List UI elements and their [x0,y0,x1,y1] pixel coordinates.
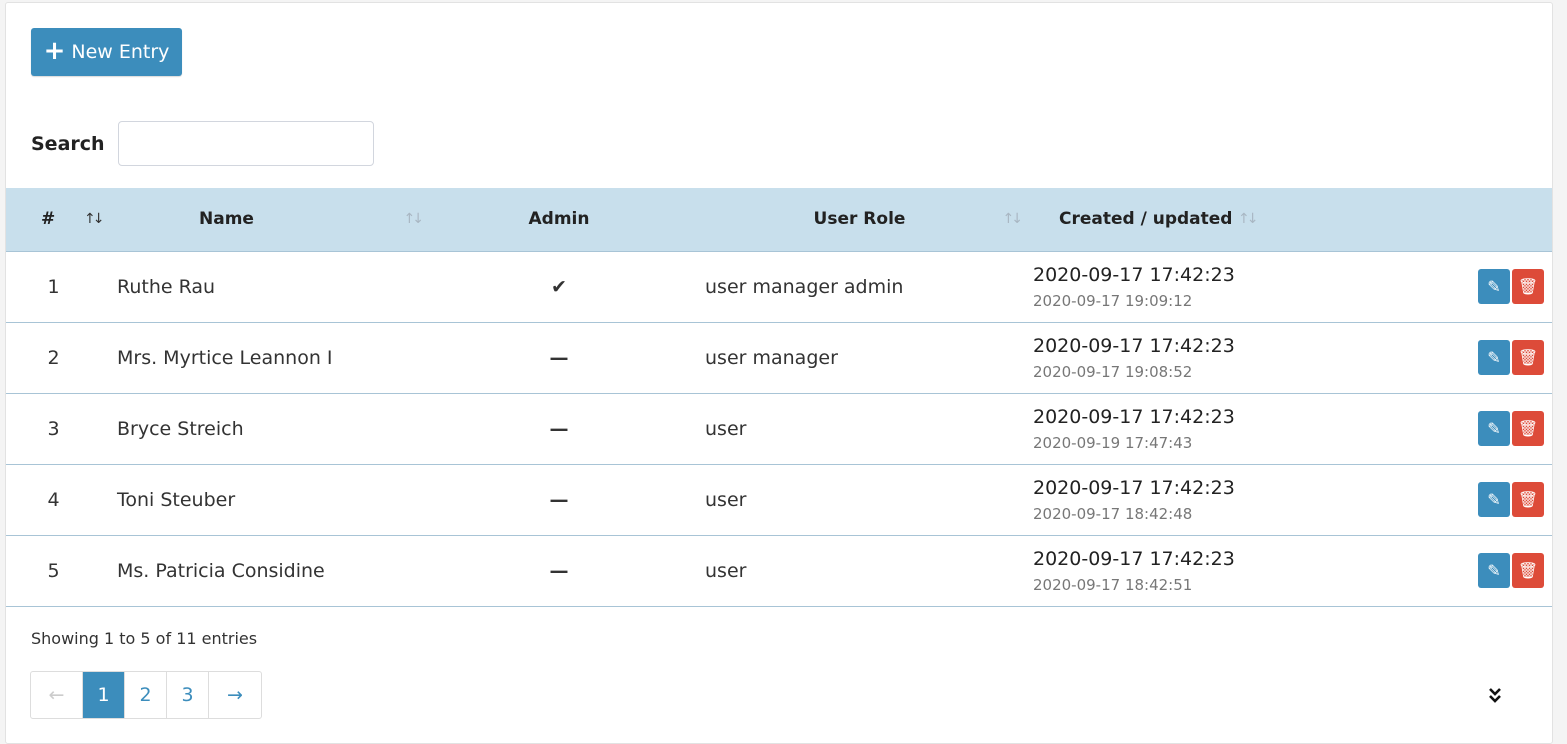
col-header-name[interactable]: Name ↑↓ [101,188,431,252]
col-header-role-label: User Role [813,209,906,230]
row-created: 2020-09-17 17:42:23 [1033,547,1235,570]
dash-icon: — [549,346,569,369]
row-actions: ✎ 🗑 [1332,393,1552,464]
col-header-created-label: Created / updated [1059,209,1233,230]
row-updated: 2020-09-17 19:09:12 [1033,291,1193,310]
sort-icon[interactable]: ↑↓ [404,211,425,227]
row-dates: 2020-09-17 17:42:23 2020-09-17 19:08:52 [1032,322,1332,393]
pagination: ← 1 2 3 → [30,671,262,719]
row-actions: ✎ 🗑 [1332,251,1552,322]
edit-button[interactable]: ✎ [1478,553,1510,588]
edit-button[interactable]: ✎ [1478,411,1510,446]
edit-button[interactable]: ✎ [1478,482,1510,517]
pencil-icon: ✎ [1487,277,1501,296]
row-num: 3 [47,417,60,440]
next-page-button[interactable]: → [209,672,261,718]
new-entry-label: New Entry [71,41,170,63]
row-updated: 2020-09-17 19:08:52 [1033,362,1193,381]
search-input[interactable] [118,121,374,166]
row-role: user [705,417,747,440]
edit-button[interactable]: ✎ [1478,269,1510,304]
row-updated: 2020-09-19 17:47:43 [1033,433,1193,452]
dash-icon: — [549,417,569,440]
row-created: 2020-09-17 17:42:23 [1033,476,1235,499]
delete-button[interactable]: 🗑 [1512,340,1544,375]
entries-table: # ↑↓ Name ↑↓ Admin User Role ↑↓ Created … [6,188,1552,607]
trash-icon: 🗑 [1517,561,1539,580]
content-panel: + New Entry Search # ↑↓ Name ↑↓ Admin Us… [5,2,1553,744]
row-name-link[interactable]: Toni Steuber [101,464,431,535]
row-name-link[interactable]: Ms. Patricia Considine [101,535,431,606]
table-row: 3 Bryce Streich — user 2020-09-17 17:42:… [6,393,1552,464]
table-row: 1 Ruthe Rau ✔ user manager admin 2020-09… [6,251,1552,322]
row-name-link[interactable]: Bryce Streich [101,393,431,464]
pencil-icon: ✎ [1487,348,1501,367]
row-created: 2020-09-17 17:42:23 [1033,405,1235,428]
col-header-name-label: Name [199,209,254,230]
pencil-icon: ✎ [1487,419,1501,438]
row-dates: 2020-09-17 17:42:23 2020-09-17 18:42:48 [1032,464,1332,535]
col-header-admin-label: Admin [528,209,590,230]
row-updated: 2020-09-17 18:42:51 [1033,575,1193,594]
pencil-icon: ✎ [1487,490,1501,509]
row-dates: 2020-09-17 17:42:23 2020-09-17 18:42:51 [1032,535,1332,606]
check-icon: ✔ [551,275,567,298]
row-num: 5 [47,559,60,582]
row-actions: ✎ 🗑 [1332,322,1552,393]
row-updated: 2020-09-17 18:42:48 [1033,504,1193,523]
row-name-link[interactable]: Ruthe Rau [101,251,431,322]
plus-icon: + [43,36,66,66]
col-header-num-label: # [41,209,56,230]
table-row: 2 Mrs. Myrtice Leannon I — user manager … [6,322,1552,393]
row-role: user [705,559,747,582]
trash-icon: 🗑 [1517,419,1539,438]
double-chevron-down-icon[interactable] [1488,686,1502,706]
row-role: user manager [705,346,838,369]
col-header-num[interactable]: # ↑↓ [6,188,105,252]
col-header-actions [1332,188,1552,252]
row-created: 2020-09-17 17:42:23 [1033,334,1235,357]
row-dates: 2020-09-17 17:42:23 2020-09-17 19:09:12 [1032,251,1332,322]
sort-asc-icon[interactable]: ↑↓ [84,211,105,227]
search-label: Search [31,133,105,155]
col-header-created[interactable]: Created / updated ↑↓ [1032,188,1332,252]
trash-icon: 🗑 [1517,348,1539,367]
row-role: user manager admin [705,275,904,298]
delete-button[interactable]: 🗑 [1512,553,1544,588]
page-3-button[interactable]: 3 [167,672,209,718]
row-num: 1 [47,275,60,298]
table-info: Showing 1 to 5 of 11 entries [31,629,258,648]
sort-icon[interactable]: ↑↓ [1238,211,1259,227]
row-num: 2 [47,346,60,369]
prev-page-button[interactable]: ← [31,672,83,718]
table-row: 5 Ms. Patricia Considine — user 2020-09-… [6,535,1552,606]
row-created: 2020-09-17 17:42:23 [1033,263,1235,286]
page-1-button[interactable]: 1 [83,672,125,718]
page-2-button[interactable]: 2 [125,672,167,718]
col-header-role[interactable]: User Role ↑↓ [687,188,1032,252]
dash-icon: — [549,559,569,582]
row-actions: ✎ 🗑 [1332,535,1552,606]
row-name-link[interactable]: Mrs. Myrtice Leannon I [101,322,431,393]
table-header-row: # ↑↓ Name ↑↓ Admin User Role ↑↓ Created … [6,188,1552,252]
dash-icon: — [549,488,569,511]
trash-icon: 🗑 [1517,277,1539,296]
delete-button[interactable]: 🗑 [1512,411,1544,446]
trash-icon: 🗑 [1517,490,1539,509]
edit-button[interactable]: ✎ [1478,340,1510,375]
new-entry-button[interactable]: + New Entry [31,28,182,76]
sort-icon[interactable]: ↑↓ [1003,211,1024,227]
row-actions: ✎ 🗑 [1332,464,1552,535]
row-role: user [705,488,747,511]
delete-button[interactable]: 🗑 [1512,482,1544,517]
row-dates: 2020-09-17 17:42:23 2020-09-19 17:47:43 [1032,393,1332,464]
table-row: 4 Toni Steuber — user 2020-09-17 17:42:2… [6,464,1552,535]
pencil-icon: ✎ [1487,561,1501,580]
col-header-admin: Admin [431,188,687,252]
row-num: 4 [47,488,60,511]
delete-button[interactable]: 🗑 [1512,269,1544,304]
